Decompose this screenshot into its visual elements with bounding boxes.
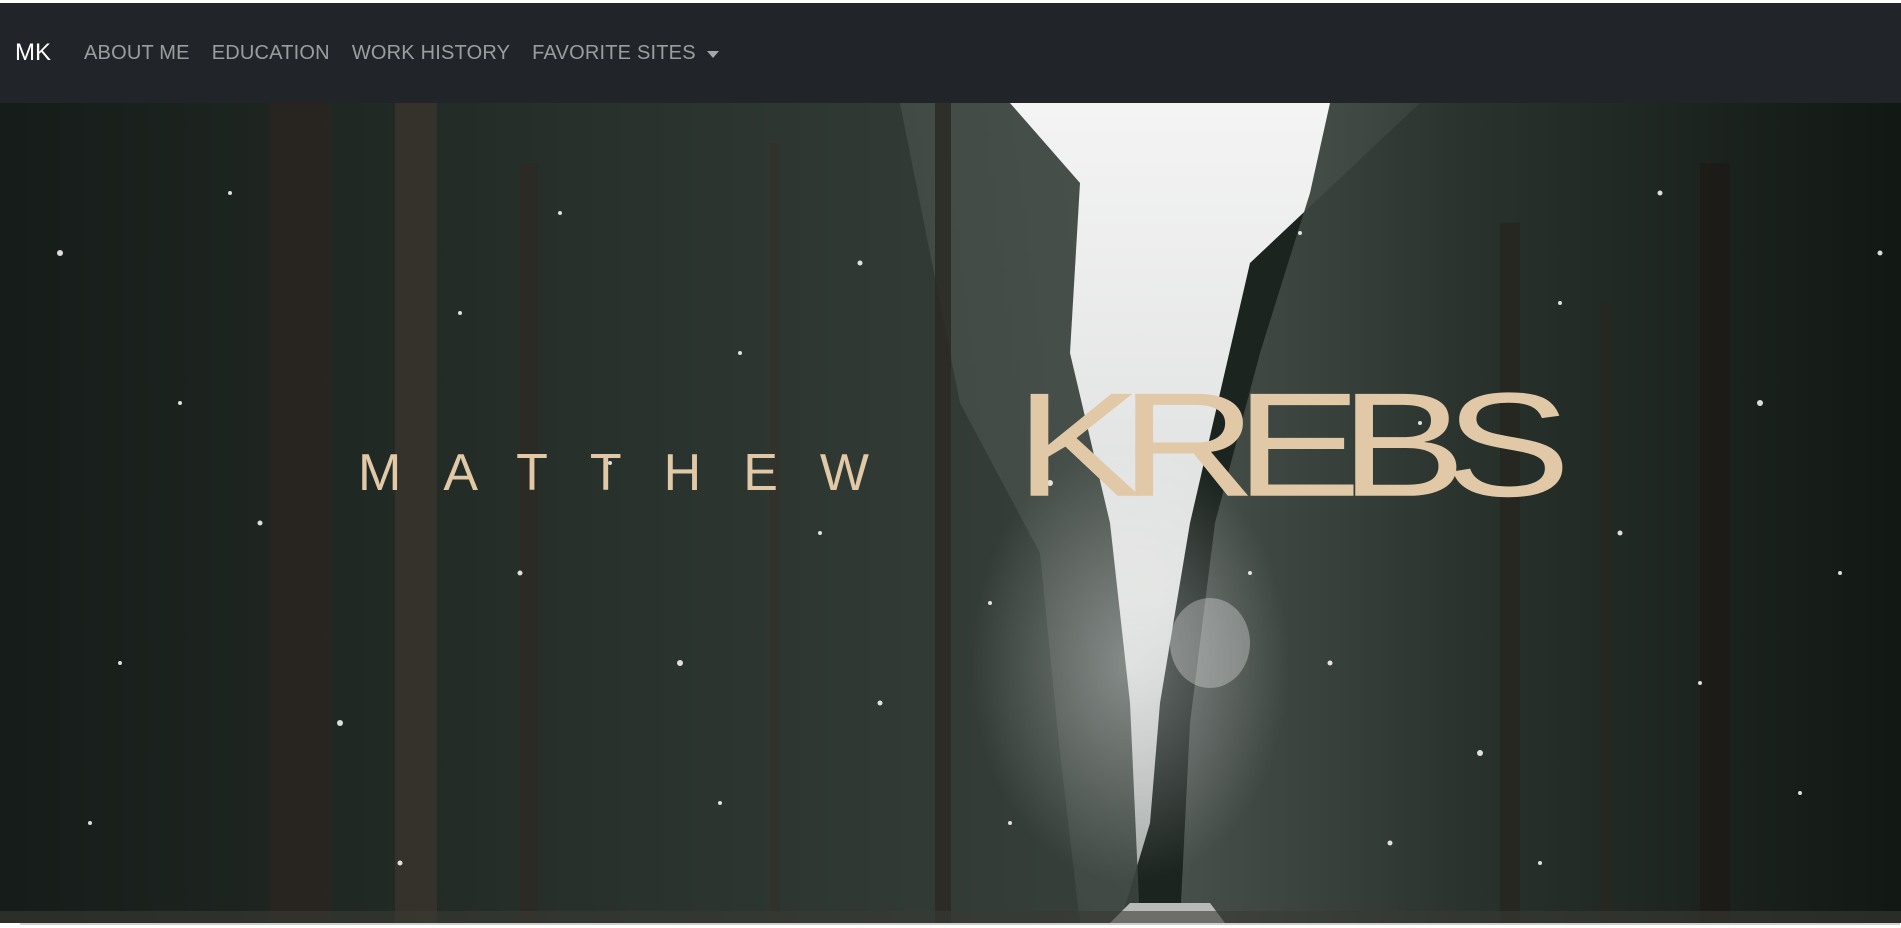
nav-link-work-history-label: WORK HISTORY: [351, 41, 511, 64]
nav-dropdown-favorite-sites[interactable]: FAVORITE SITES: [532, 42, 719, 65]
caret-down-icon: [706, 50, 719, 58]
nav-dropdown-favorite-sites-label: FAVORITE SITES: [532, 41, 696, 64]
page: MK ABOUT ME EDUCATION WORK HISTORY FAVOR…: [0, 0, 1901, 928]
hero-name: MATTHEW KREBS: [0, 103, 1901, 923]
nav-link-work-history[interactable]: WORK HISTORY: [352, 42, 510, 65]
nav-link-education[interactable]: EDUCATION: [212, 42, 330, 65]
nav-link-about-me-label: ABOUT ME: [84, 41, 190, 64]
nav-link-about-me[interactable]: ABOUT ME: [84, 42, 190, 65]
navbar: MK ABOUT ME EDUCATION WORK HISTORY FAVOR…: [0, 3, 1901, 103]
hero-last-name: KREBS: [1015, 362, 1571, 528]
nav-link-education-label: EDUCATION: [211, 41, 330, 64]
hero-video-section: MATTHEW KREBS: [0, 103, 1901, 923]
hero-first-name: MATTHEW: [358, 444, 911, 502]
bottom-divider: [20, 923, 1900, 925]
brand-link[interactable]: MK: [15, 39, 51, 67]
